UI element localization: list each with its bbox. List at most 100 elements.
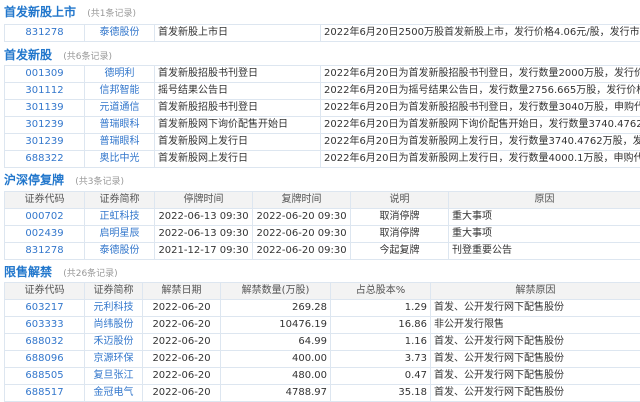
column-header: 占总股本% [330, 282, 431, 300]
unlock-reason: 首发、公开发行网下配售股份 [430, 367, 640, 385]
new-issue-section: 首发新股 (共6条记录) 001309 德明利 首发新股招股书刊登日 2022年… [0, 45, 640, 168]
security-name-link[interactable]: 泰德股份 [84, 242, 155, 260]
security-code-link[interactable]: 301239 [4, 116, 85, 134]
unlock-date: 2022-06-20 [142, 384, 221, 402]
security-name-link[interactable]: 尚纬股份 [84, 316, 143, 334]
event-detail: 2022年6月20日为首发新股招股书刊登日，发行数量3040万股，申购代码3 [320, 99, 640, 117]
reason: 重大事项 [448, 225, 640, 243]
table-row: 688517 金冠电气 2022-06-20 4788.97 35.18 首发、… [4, 384, 640, 402]
security-name-link[interactable]: 禾迈股份 [84, 333, 143, 351]
event-detail: 2022年6月20日为首发新股网下询价配售开始日，发行数量3740.4762万股 [320, 116, 640, 134]
security-code-link[interactable]: 603333 [4, 316, 85, 334]
table-header-row: 证券代码 证券简称 解禁日期 解禁数量(万股) 占总股本% 解禁原因 [4, 282, 640, 300]
unlock-reason: 首发、公开发行网下配售股份 [430, 384, 640, 402]
security-name-link[interactable]: 信邦智能 [84, 82, 155, 100]
column-header: 复牌时间 [252, 191, 351, 209]
table-row: 301239 普瑞眼科 首发新股网下询价配售开始日 2022年6月20日为首发新… [4, 116, 640, 134]
column-header: 证券简称 [84, 191, 155, 209]
unlock-table: 证券代码 证券简称 解禁日期 解禁数量(万股) 占总股本% 解禁原因 60321… [4, 282, 640, 402]
security-name-link[interactable]: 复旦张江 [84, 367, 143, 385]
table-row: 001309 德明利 首发新股招股书刊登日 2022年6月20日为首发新股招股书… [4, 65, 640, 83]
column-header: 证券代码 [4, 191, 85, 209]
event-type: 摇号结果公告日 [154, 82, 321, 100]
security-name-link[interactable]: 普瑞眼科 [84, 116, 155, 134]
event-detail: 2022年6月20日2500万股首发新股上市，发行价格4.06元/股，发行市盈率… [320, 24, 640, 42]
ipo-listing-section: 首发新股上市 (共1条记录) 831278 泰德股份 首发新股上市日 2022年… [0, 2, 640, 42]
unlock-date: 2022-06-20 [142, 367, 221, 385]
security-code-link[interactable]: 831278 [4, 24, 85, 42]
table-row: 603333 尚纬股份 2022-06-20 10476.19 16.86 非公… [4, 316, 640, 334]
security-code-link[interactable]: 301139 [4, 99, 85, 117]
record-count: (共3条记录) [75, 177, 124, 187]
table-row: 000702 正虹科技 2022-06-13 09:30 2022-06-20 … [4, 208, 640, 226]
security-name-link[interactable]: 元道通信 [84, 99, 155, 117]
security-code-link[interactable]: 688096 [4, 350, 85, 368]
table-row: 831278 泰德股份 首发新股上市日 2022年6月20日2500万股首发新股… [4, 24, 640, 42]
unlock-date: 2022-06-20 [142, 333, 221, 351]
table-row: 301112 信邦智能 摇号结果公告日 2022年6月20日为摇号结果公告日，发… [4, 82, 640, 100]
resume-time: 2022-06-20 09:30 [252, 242, 351, 260]
column-header: 说明 [350, 191, 449, 209]
security-name-link[interactable]: 德明利 [84, 65, 155, 83]
security-name-link[interactable]: 金冠电气 [84, 384, 143, 402]
note: 取消停牌 [350, 225, 449, 243]
record-count: (共1条记录) [87, 9, 136, 19]
security-name-link[interactable]: 启明星辰 [84, 225, 155, 243]
column-header: 证券简称 [84, 282, 143, 300]
share-percent: 16.86 [330, 316, 431, 334]
column-header: 证券代码 [4, 282, 85, 300]
security-code-link[interactable]: 688032 [4, 333, 85, 351]
table-header-row: 证券代码 证券简称 停牌时间 复牌时间 说明 原因 [4, 191, 640, 209]
unlock-reason: 非公开发行限售 [430, 316, 640, 334]
share-percent: 35.18 [330, 384, 431, 402]
security-name-link[interactable]: 普瑞眼科 [84, 133, 155, 151]
security-name-link[interactable]: 奥比中光 [84, 150, 155, 168]
column-header: 解禁原因 [430, 282, 640, 300]
event-type: 首发新股网下询价配售开始日 [154, 116, 321, 134]
security-name-link[interactable]: 元利科技 [84, 299, 143, 317]
security-name-link[interactable]: 京源环保 [84, 350, 143, 368]
resume-time: 2022-06-20 09:30 [252, 208, 351, 226]
security-name-link[interactable]: 正虹科技 [84, 208, 155, 226]
security-code-link[interactable]: 301112 [4, 82, 85, 100]
unlock-date: 2022-06-20 [142, 316, 221, 334]
suspend-time: 2021-12-17 09:30 [154, 242, 253, 260]
security-code-link[interactable]: 002439 [4, 225, 85, 243]
security-code-link[interactable]: 831278 [4, 242, 85, 260]
event-type: 首发新股招股书刊登日 [154, 99, 321, 117]
column-header: 停牌时间 [154, 191, 253, 209]
table-row: 688505 复旦张江 2022-06-20 480.00 0.47 首发、公开… [4, 367, 640, 385]
suspension-section: 沪深停复牌 (共3条记录) 证券代码 证券简称 停牌时间 复牌时间 说明 原因 … [0, 170, 640, 260]
security-code-link[interactable]: 603217 [4, 299, 85, 317]
unlock-shares: 480.00 [220, 367, 331, 385]
column-header: 原因 [448, 191, 640, 209]
suspend-time: 2022-06-13 09:30 [154, 225, 253, 243]
record-count: (共6条记录) [63, 52, 112, 62]
unlock-shares: 400.00 [220, 350, 331, 368]
event-detail: 2022年6月20日为首发新股网上发行日，发行数量3740.4762万股，发行价 [320, 133, 640, 151]
column-header: 解禁日期 [142, 282, 221, 300]
note: 取消停牌 [350, 208, 449, 226]
ipo-listing-table: 831278 泰德股份 首发新股上市日 2022年6月20日2500万股首发新股… [4, 24, 640, 42]
table-row: 688322 奥比中光 首发新股网上发行日 2022年6月20日为首发新股网上发… [4, 150, 640, 168]
share-percent: 1.16 [330, 333, 431, 351]
security-code-link[interactable]: 688505 [4, 367, 85, 385]
unlock-reason: 首发、公开发行网下配售股份 [430, 299, 640, 317]
security-code-link[interactable]: 000702 [4, 208, 85, 226]
security-code-link[interactable]: 301239 [4, 133, 85, 151]
table-row: 688096 京源环保 2022-06-20 400.00 3.73 首发、公开… [4, 350, 640, 368]
section-title: 沪深停复牌 [4, 173, 65, 187]
table-row: 603217 元利科技 2022-06-20 269.28 1.29 首发、公开… [4, 299, 640, 317]
unlock-shares: 269.28 [220, 299, 331, 317]
security-code-link[interactable]: 688517 [4, 384, 85, 402]
security-code-link[interactable]: 688322 [4, 150, 85, 168]
section-title: 限售解禁 [4, 265, 53, 279]
share-percent: 0.47 [330, 367, 431, 385]
security-code-link[interactable]: 001309 [4, 65, 85, 83]
record-count: (共26条记录) [63, 269, 118, 279]
share-percent: 1.29 [330, 299, 431, 317]
column-header: 解禁数量(万股) [220, 282, 331, 300]
unlock-date: 2022-06-20 [142, 299, 221, 317]
security-name-link[interactable]: 泰德股份 [84, 24, 155, 42]
suspension-table: 证券代码 证券简称 停牌时间 复牌时间 说明 原因 000702 正虹科技 20… [4, 191, 640, 260]
